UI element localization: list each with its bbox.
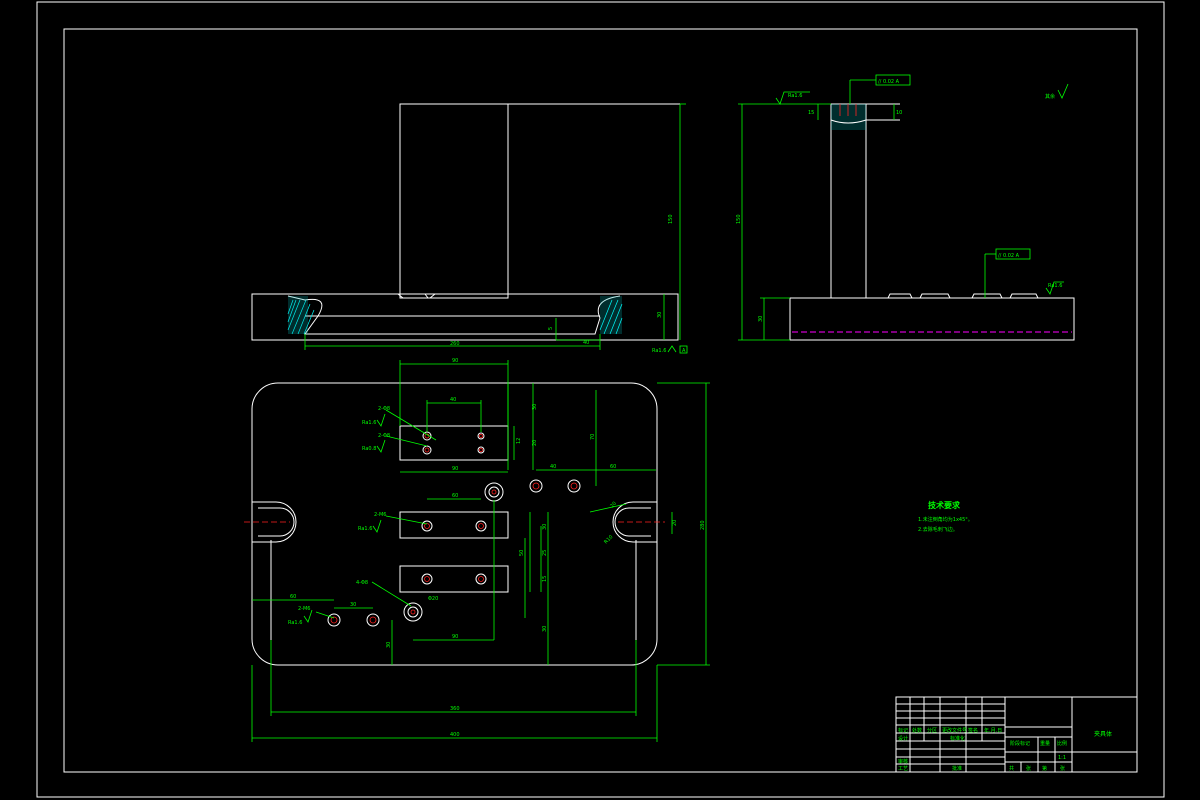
dim-front-width-label: 260 [450,341,460,347]
tolerance-top-label: // 0.02 A [878,79,900,85]
dim-plan-low-5: 20 [609,501,618,510]
sheet-inner-border [63,28,1138,773]
general-roughness-label: 其余 [1045,93,1055,100]
tb-scale-value: 1:1 [1058,755,1066,761]
datum-label: A [682,348,686,354]
tb-scale-label: 比例 [1057,740,1067,747]
dim-front-slot-label: 40 [583,340,589,346]
dim-front-height-label: 150 [668,214,674,224]
roughness-plan-2: Ra0.8 [362,446,376,452]
side-hatch-top [831,104,866,130]
callout-h2: 2-Φ8 [378,433,390,439]
tb-sheet-2: 第 [1042,765,1047,772]
dim-plan-height: 280 [700,520,706,530]
dim-plan-vert-3: 20 [532,440,538,446]
dim-plan-inner-w: 360 [450,706,460,712]
dim-plan-mid-2: 60 [452,493,458,499]
dim-side-top-a-label: 15 [808,110,814,116]
roughness-side-top: Ra1.6 [788,93,802,99]
callout-h1: 2-Φ8 [378,406,390,412]
plan-block-mid [399,511,509,539]
dim-plan-mid-1: 90 [452,466,458,472]
side-view: 150 30 15 10 // 0.02 A // 0.02 A Ra1.6 R… [736,74,1075,341]
front-hatch-right [599,296,623,335]
tb-header-5: 年.月.日 [984,727,1002,734]
plan-dimension-lines [251,360,710,742]
roughness-side-right: Ra1.6 [1048,283,1062,289]
plan-block-low [399,565,509,593]
tb-row-design: 设计 [898,735,908,742]
dim-plan-low-3: 30 [350,602,356,608]
dim-plan-low-4: 30 [386,642,392,648]
dim-plan-vert-2: 12 [516,438,522,444]
tb-row-review: 审核 [898,758,908,765]
dim-plan-right-3: 40 [550,464,556,470]
tech-req-line-1: 1.未注倒角均为1x45°。 [918,516,973,523]
front-hatch-left [287,296,315,335]
tolerance-side-label: // 0.02 A [998,253,1020,259]
tb-header-3: 更改文件号 [942,727,967,734]
dim-front-base-height-label: 30 [657,312,663,318]
tb-header-0: 标记 [898,727,908,734]
side-base [789,297,1075,341]
cad-drawing: 150 30 260 5 40 Ra1.6 A 150 30 15 10 // … [36,1,1165,798]
callout-h4: 4-Φ8 [356,580,368,586]
dim-plan-vert-1: 30 [532,404,538,410]
dim-plan-low-6: 30 [542,626,548,632]
dim-plan-low-2: 60 [290,594,296,600]
front-groove-profile [287,295,621,335]
dim-plan-slot-w: 20 [672,520,678,526]
dim-plan-mid-3: 50 [519,550,525,556]
side-slots [887,293,1039,299]
dim-plan-mid-5: 25 [542,550,548,556]
tb-standard: 标准化 [950,735,965,742]
side-upright [830,103,867,299]
tech-req-heading: 技术要求 [928,500,961,510]
sheet-outer-border [36,1,1165,798]
tb-sheet-3: 张 [1060,765,1065,772]
roughness-plan-3: Ra1.6 [358,526,372,532]
dim-plan-right-2: 60 [610,464,616,470]
dim-side-top-b-label: 10 [896,110,902,116]
tb-row-process: 工艺 [898,766,908,772]
callout-h7: Φ20 [428,596,438,602]
tb-header-2: 分区 [927,727,937,734]
dim-front-depth-label: 5 [548,327,554,330]
dim-plan-slot-r: R10 [603,534,614,545]
tech-requirements: 技术要求 1.未注倒角均为1x45°。 2.去除毛刺飞边。 [918,500,973,533]
general-roughness-symbol [1057,83,1069,99]
dim-plan-right-1: 70 [590,434,596,440]
callout-h5: 2-M6 [298,606,310,612]
tb-sheet-1: 张 [1026,765,1031,772]
tb-part-name: 夹具体 [1094,730,1112,738]
tb-sheet-0: 共 [1009,765,1014,772]
dim-plan-top-2: 40 [450,397,456,403]
dim-plan-outer-w: 400 [450,732,460,738]
callout-h3: 2-M6 [374,512,386,518]
tech-req-line-2: 2.去除毛刺飞边。 [918,526,958,533]
tb-weight: 重量 [1040,740,1050,747]
tb-header-1: 处数 [912,727,922,734]
front-view: 150 30 260 5 40 Ra1.6 A [251,103,688,354]
tb-approve: 批准 [952,765,962,772]
dim-side-base-label: 30 [758,316,764,322]
dim-plan-top-1: 90 [452,358,458,364]
dim-plan-mid-6: 15 [542,576,548,582]
dim-plan-mid-4: 30 [542,524,548,530]
tb-stage: 阶段标记 [1010,740,1030,747]
roughness-plan-4: Ra1.6 [288,620,302,626]
plan-view: 90 40 90 60 40 60 30 12 20 70 30 50 25 1… [244,358,710,742]
dim-side-height-label: 150 [736,214,742,224]
dim-plan-low-1: 90 [452,634,458,640]
roughness-plan-1: Ra1.6 [362,420,376,426]
front-upright [399,103,509,299]
tb-header-4: 签名 [968,727,978,734]
title-block: 标记 处数 分区 更改文件号 签名 年.月.日 设计 审核 工艺 标准化 批准 … [895,696,1138,773]
roughness-front-bottom: Ra1.6 [652,348,666,354]
